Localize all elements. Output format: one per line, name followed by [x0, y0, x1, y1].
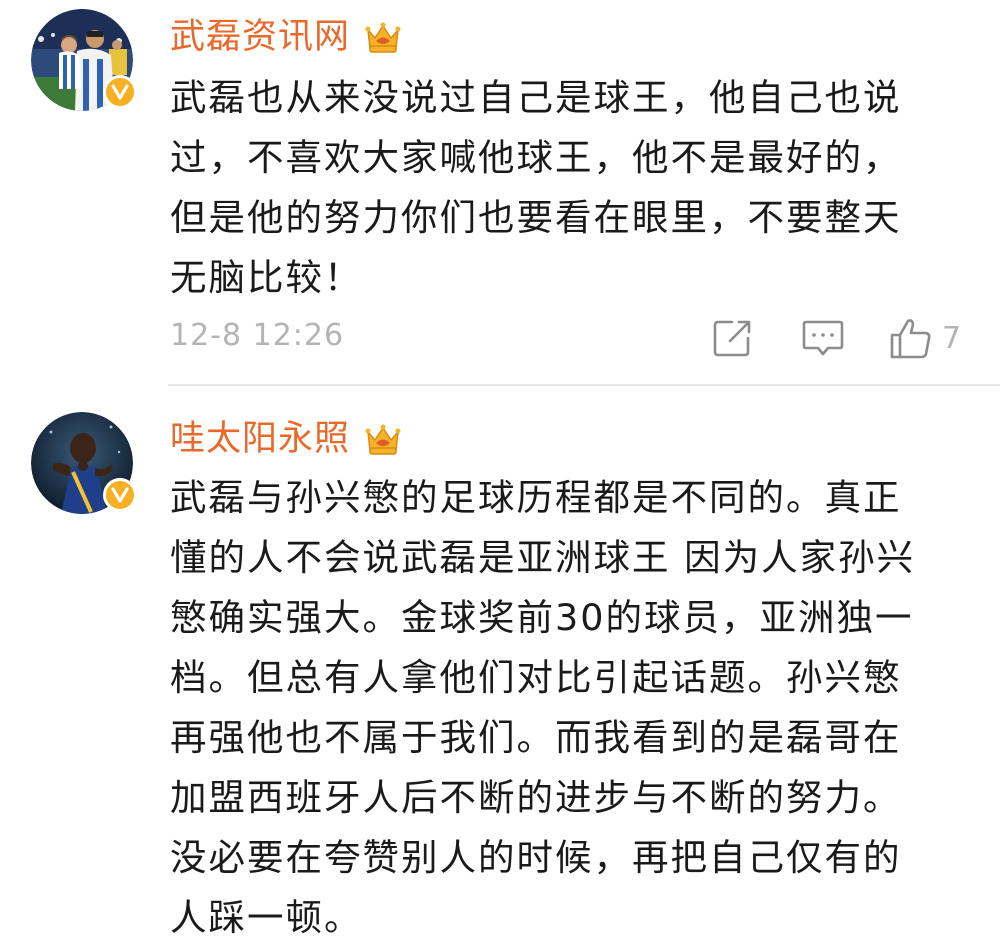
like-count: 7 [942, 320, 962, 356]
crown-icon[interactable] [364, 18, 402, 56]
share-button[interactable] [710, 316, 754, 360]
verified-v-icon [103, 478, 137, 512]
comment-header: 武磊资讯网 [170, 12, 402, 62]
comment-button[interactable] [800, 316, 846, 360]
like-button[interactable]: 7 [888, 316, 961, 360]
avatar[interactable] [31, 412, 137, 514]
verified-v-icon [103, 75, 137, 109]
comment-meta: 12-8 12:26 7 [0, 310, 1000, 370]
comment-item: 武磊资讯网 武磊也从来没说过自己是球王，他自己也说 过，不喜欢大家喊他球王，他不… [0, 0, 1000, 385]
comment-icon [802, 320, 844, 356]
crown-icon[interactable] [364, 420, 402, 458]
username[interactable]: 哇太阳永照 [170, 414, 350, 464]
username[interactable]: 武磊资讯网 [170, 12, 350, 62]
timestamp: 12-8 12:26 [170, 318, 345, 353]
share-edit-icon [713, 320, 751, 357]
comment-item: 哇太阳永照 武磊与孙兴慜的足球历程都是不同的。真正 懂的人不会说武磊是亚洲球王 … [0, 386, 1000, 936]
comment-feed: 武磊资讯网 武磊也从来没说过自己是球王，他自己也说 过，不喜欢大家喊他球王，他不… [0, 0, 1000, 936]
comment-header: 哇太阳永照 [170, 414, 402, 464]
comment-text: 武磊与孙兴慜的足球历程都是不同的。真正 懂的人不会说武磊是亚洲球王 因为人家孙兴… [170, 476, 916, 936]
thumbs-up-icon [890, 319, 931, 359]
comment-text: 武磊也从来没说过自己是球王，他自己也说 过，不喜欢大家喊他球王，他不是最好的， … [170, 76, 902, 299]
avatar[interactable] [31, 9, 137, 111]
